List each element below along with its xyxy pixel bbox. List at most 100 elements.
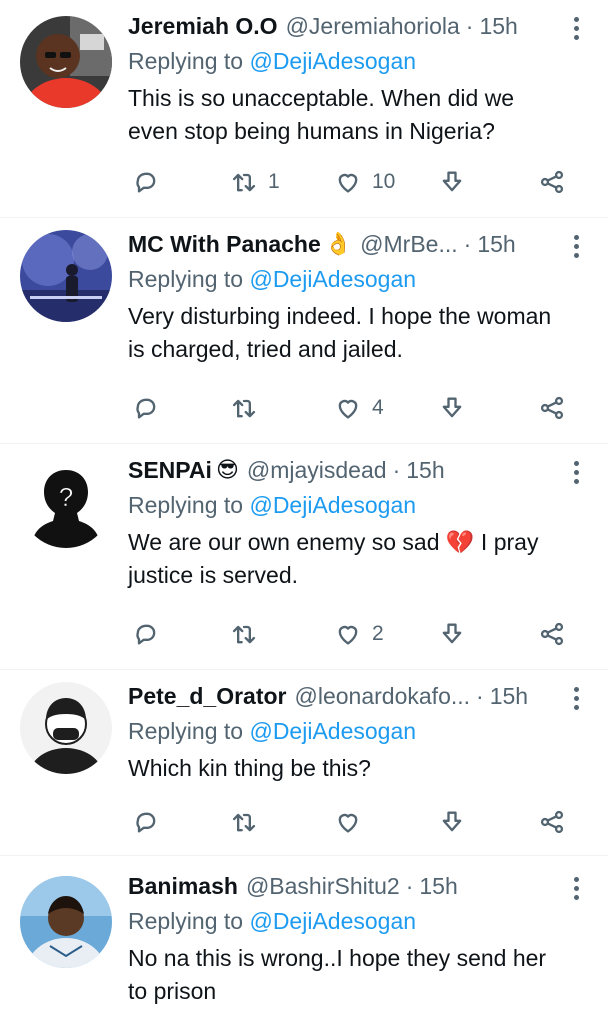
tweet-text: Which kin thing be this? (128, 755, 371, 781)
reply-icon (136, 624, 156, 645)
retweet-button[interactable]: 1 (230, 162, 280, 202)
avatar[interactable] (20, 230, 112, 322)
mention-link[interactable]: @DejiAdesogan (249, 266, 416, 292)
share-button[interactable] (538, 388, 566, 428)
separator-dot: · (392, 456, 401, 483)
avatar[interactable] (20, 16, 112, 108)
tweet-item[interactable]: MC With Panache 👌 @MrBe... · 15h Replyin… (0, 218, 608, 444)
tweet-text: This is so unacceptable. When did we eve… (128, 85, 515, 144)
reply-button[interactable] (132, 614, 160, 654)
separator-dot: · (405, 872, 414, 899)
like-count: 2 (372, 622, 384, 645)
share-button[interactable] (538, 162, 566, 202)
share-button[interactable] (538, 614, 566, 654)
user-handle[interactable]: @MrBe... (360, 231, 457, 258)
tweet-text: No na this is wrong..I hope they send he… (128, 945, 547, 1004)
retweet-icon (232, 625, 256, 644)
like-button[interactable] (334, 802, 372, 842)
replying-to: Replying to @DejiAdesogan (128, 904, 568, 938)
replying-to-label: Replying to (128, 266, 244, 292)
replying-to-label: Replying to (128, 908, 244, 934)
reply-button[interactable] (132, 802, 160, 842)
display-name[interactable]: MC With Panache (128, 231, 321, 258)
svg-text:?: ? (59, 482, 73, 512)
retweet-icon (232, 399, 256, 418)
retweet-button[interactable] (230, 614, 268, 654)
display-name[interactable]: Jeremiah O.O (128, 13, 278, 40)
timestamp[interactable]: 15h (490, 683, 528, 710)
reply-icon (136, 398, 156, 419)
more-options-icon[interactable] (566, 874, 586, 902)
avatar[interactable] (20, 682, 112, 774)
retweet-button[interactable] (230, 802, 268, 842)
action-bar: 2 (128, 614, 588, 654)
more-options-icon[interactable] (566, 232, 586, 260)
timestamp[interactable]: 15h (406, 457, 444, 484)
timestamp[interactable]: 15h (477, 231, 515, 258)
separator-dot: · (463, 230, 472, 257)
replying-to-label: Replying to (128, 48, 244, 74)
tweet-item[interactable]: ? SENPAi 😎 @mjayisdead · 15h Replying to… (0, 444, 608, 670)
retweet-icon (232, 173, 256, 192)
replying-to: Replying to @DejiAdesogan (128, 488, 568, 522)
name-emoji: 😎 (215, 457, 239, 482)
display-name[interactable]: SENPAi (128, 457, 212, 484)
tweet-item[interactable]: Jeremiah O.O @Jeremiahoriola · 15h Reply… (0, 0, 608, 218)
reply-icon (136, 812, 156, 833)
tweet-item[interactable]: Pete_d_Orator @leonardokafo... · 15h Rep… (0, 670, 608, 856)
timestamp[interactable]: 15h (479, 13, 517, 40)
like-button[interactable]: 2 (334, 614, 384, 654)
timestamp[interactable]: 15h (419, 873, 457, 900)
separator-dot: · (465, 12, 474, 39)
download-button[interactable] (438, 802, 466, 842)
more-options-icon[interactable] (566, 684, 586, 712)
action-bar: 4 (128, 388, 588, 428)
mention-link[interactable]: @DejiAdesogan (249, 492, 416, 518)
mention-link[interactable]: @DejiAdesogan (249, 718, 416, 744)
share-icon (540, 170, 564, 194)
replying-to-label: Replying to (128, 718, 244, 744)
name-emoji: 👌 (324, 231, 353, 256)
download-button[interactable] (438, 388, 466, 428)
share-icon (540, 396, 564, 420)
display-name[interactable]: Pete_d_Orator (128, 683, 287, 710)
action-bar: 1 10 (128, 162, 588, 202)
user-handle[interactable]: @BashirShitu2 (246, 873, 400, 900)
user-handle[interactable]: @leonardokafo... (295, 683, 471, 710)
share-icon (540, 810, 564, 834)
user-handle[interactable]: @mjayisdead (247, 457, 387, 484)
reply-button[interactable] (132, 162, 160, 202)
mention-link[interactable]: @DejiAdesogan (249, 48, 416, 74)
mention-link[interactable]: @DejiAdesogan (249, 908, 416, 934)
retweet-count: 1 (268, 170, 280, 193)
more-options-icon[interactable] (566, 458, 586, 486)
like-icon (338, 813, 358, 833)
display-name[interactable]: Banimash (128, 873, 238, 900)
replying-to: Replying to @DejiAdesogan (128, 714, 568, 748)
replying-to: Replying to @DejiAdesogan (128, 262, 568, 296)
like-icon (338, 625, 358, 645)
like-count: 4 (372, 396, 384, 419)
download-button[interactable] (438, 162, 466, 202)
tweet-text: Very disturbing indeed. I hope the woman… (128, 303, 552, 362)
tweet-item[interactable]: Banimash @BashirShitu2 · 15h Replying to… (0, 856, 608, 1024)
tweet-text: We are our own enemy so sad 💔 I pray jus… (128, 529, 539, 588)
like-button[interactable]: 10 (334, 162, 395, 202)
retweet-button[interactable] (230, 388, 268, 428)
replying-to: Replying to @DejiAdesogan (128, 44, 568, 78)
download-icon (442, 623, 462, 644)
download-button[interactable] (438, 614, 466, 654)
download-icon (442, 171, 462, 192)
reply-icon (136, 172, 156, 193)
reply-feed: Jeremiah O.O @Jeremiahoriola · 15h Reply… (0, 0, 608, 1024)
avatar[interactable]: ? (20, 456, 112, 548)
share-button[interactable] (538, 802, 566, 842)
more-options-icon[interactable] (566, 14, 586, 42)
user-handle[interactable]: @Jeremiahoriola (286, 13, 460, 40)
avatar[interactable] (20, 876, 112, 968)
like-button[interactable]: 4 (334, 388, 384, 428)
download-icon (442, 811, 462, 832)
share-icon (540, 622, 564, 646)
action-bar (128, 802, 588, 842)
reply-button[interactable] (132, 388, 160, 428)
